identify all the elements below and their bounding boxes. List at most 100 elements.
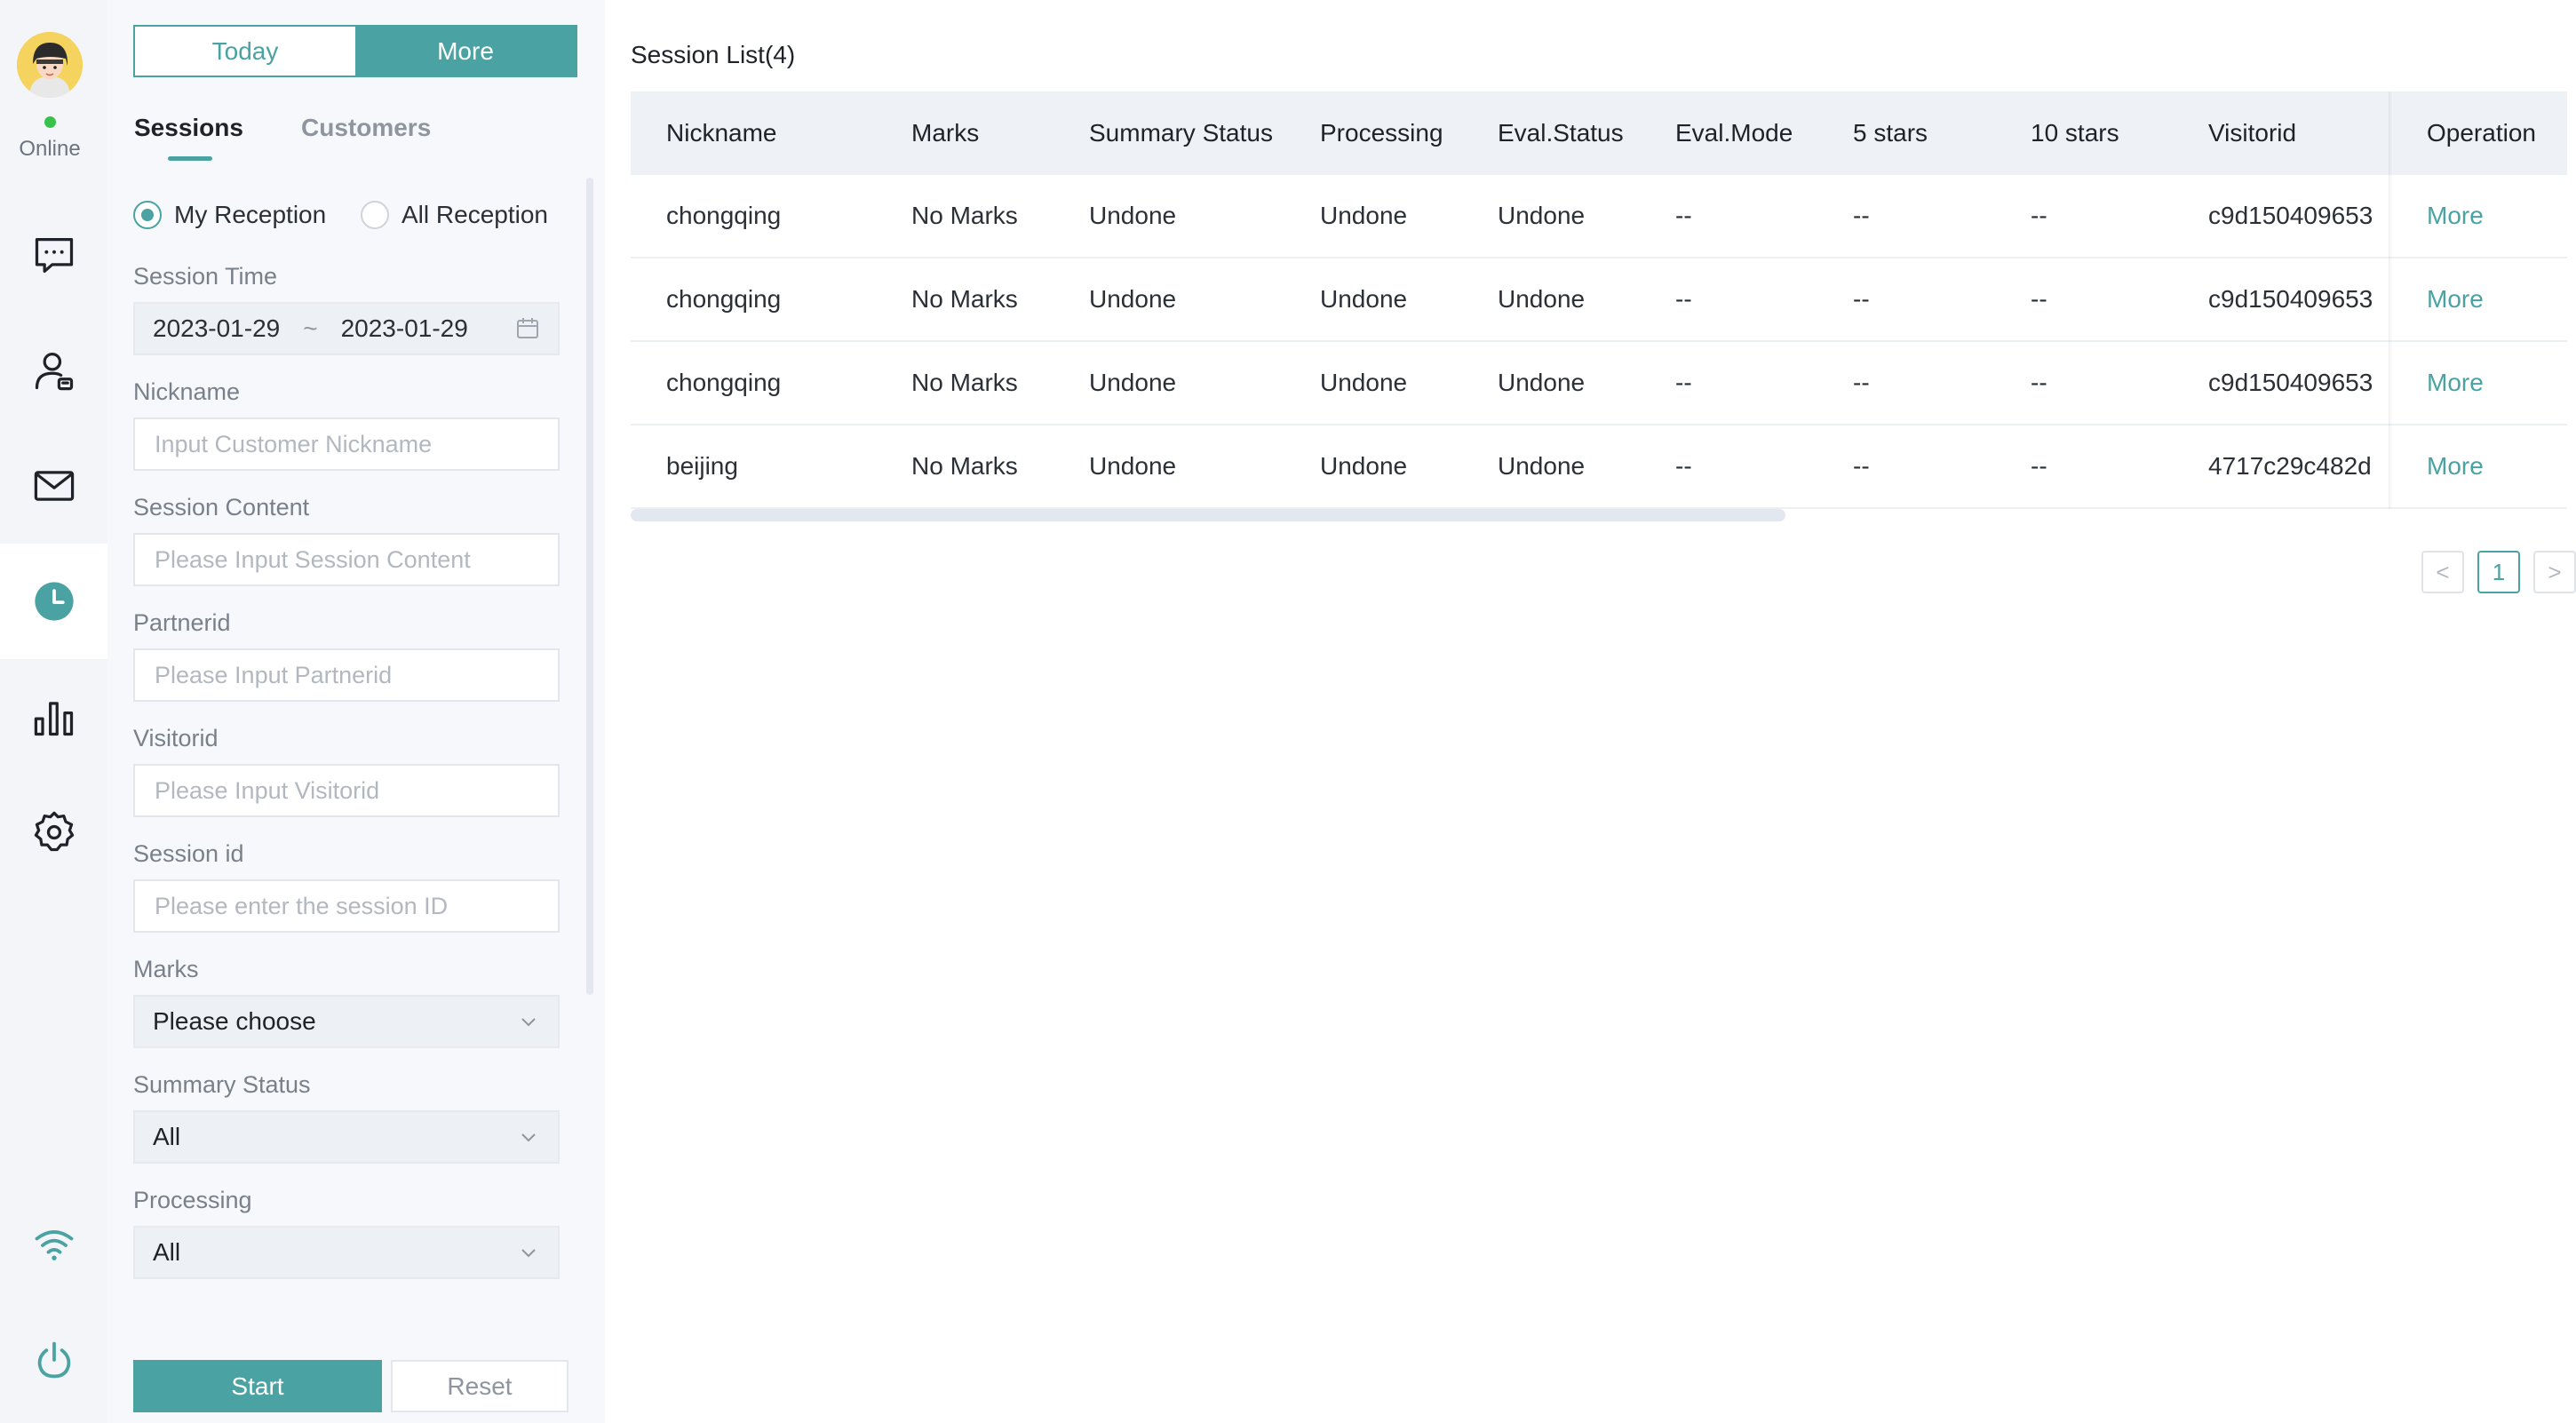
cell-eval-status: Undone: [1498, 202, 1586, 229]
table-row[interactable]: chongqing No Marks Undone Undone Undone …: [631, 175, 2567, 258]
pagination-prev-button[interactable]: <: [2421, 551, 2464, 593]
partnerid-input[interactable]: [133, 648, 560, 702]
table-row[interactable]: beijing No Marks Undone Undone Undone --…: [631, 425, 2567, 509]
marks-select[interactable]: Please choose: [133, 995, 560, 1048]
reset-button[interactable]: Reset: [391, 1360, 568, 1412]
visitorid-label: Visitorid: [133, 725, 219, 751]
cell-5-stars: --: [1853, 285, 1870, 313]
cell-eval-status: Undone: [1498, 369, 1586, 396]
summary-status-value: All: [153, 1123, 181, 1150]
summary-status-label: Summary Status: [133, 1071, 311, 1098]
mail-icon: [34, 471, 74, 501]
chevron-down-icon: [521, 1133, 536, 1142]
cell-nickname: chongqing: [666, 369, 782, 396]
tab-customers[interactable]: Customers: [301, 114, 431, 142]
chevron-down-icon: [521, 1018, 536, 1027]
settings-gear-icon: [34, 811, 74, 852]
column-header[interactable]: 10 stars: [2031, 91, 2119, 175]
table-row[interactable]: chongqing No Marks Undone Undone Undone …: [631, 258, 2567, 342]
cell-10-stars: --: [2031, 452, 2047, 480]
session-id-label: Session id: [133, 840, 244, 867]
marks-select-value: Please choose: [153, 1007, 316, 1035]
column-header[interactable]: Visitorid: [2208, 91, 2296, 175]
rail-customers[interactable]: [0, 313, 107, 428]
visitorid-input[interactable]: [133, 764, 560, 817]
more-link[interactable]: More: [2427, 342, 2484, 424]
column-header[interactable]: Processing: [1320, 91, 1443, 175]
nickname-input[interactable]: [133, 417, 560, 471]
tab-sessions[interactable]: Sessions: [134, 114, 243, 142]
partnerid-label: Partnerid: [133, 609, 231, 636]
more-link[interactable]: More: [2427, 175, 2484, 257]
radio-all-reception[interactable]: All Reception: [361, 201, 548, 229]
cell-summary-status: Undone: [1089, 202, 1177, 229]
more-link[interactable]: More: [2427, 425, 2484, 507]
pagination-page-1[interactable]: 1: [2477, 551, 2520, 593]
customer-service-icon: [35, 352, 73, 391]
history-clock-icon: [34, 582, 74, 621]
cell-5-stars: --: [1853, 369, 1870, 396]
cell-eval-mode: --: [1675, 452, 1692, 480]
cell-eval-mode: --: [1675, 369, 1692, 396]
cell-10-stars: --: [2031, 202, 2047, 229]
column-header[interactable]: Marks: [911, 91, 979, 175]
column-header[interactable]: Eval.Status: [1498, 91, 1624, 175]
chat-icon: [35, 238, 73, 274]
table-header: Nickname Marks Summary Status Processing…: [631, 91, 2567, 175]
cell-10-stars: --: [2031, 285, 2047, 313]
active-tab-indicator: [168, 156, 212, 161]
radio-my-reception[interactable]: My Reception: [133, 201, 326, 229]
cell-5-stars: --: [1853, 202, 1870, 229]
column-header[interactable]: Summary Status: [1089, 91, 1273, 175]
cell-marks: No Marks: [911, 285, 1018, 313]
more-button[interactable]: More: [355, 27, 576, 76]
cell-nickname: beijing: [666, 452, 738, 480]
user-avatar[interactable]: [17, 32, 83, 98]
cell-eval-mode: --: [1675, 285, 1692, 313]
rail-history[interactable]: [0, 544, 107, 659]
processing-select[interactable]: All: [133, 1226, 560, 1279]
processing-value: All: [153, 1238, 181, 1266]
column-header[interactable]: 5 stars: [1853, 91, 1928, 175]
rail-settings[interactable]: [0, 775, 107, 890]
column-header[interactable]: Eval.Mode: [1675, 91, 1793, 175]
table-horizontal-scrollbar[interactable]: [631, 509, 1785, 521]
cell-processing: Undone: [1320, 452, 1408, 480]
pagination-next-button[interactable]: >: [2533, 551, 2576, 593]
online-status-dot: [44, 116, 56, 128]
session-time-picker[interactable]: 2023-01-29 ~ 2023-01-29: [133, 302, 560, 355]
table-row[interactable]: chongqing No Marks Undone Undone Undone …: [631, 342, 2567, 425]
stats-chart-icon: [34, 702, 73, 736]
power-icon: [37, 1341, 70, 1379]
rail-network: [0, 1187, 107, 1302]
rail-logout[interactable]: [0, 1302, 107, 1418]
rail-mail[interactable]: [0, 428, 107, 544]
more-link[interactable]: More: [2427, 258, 2484, 340]
session-content-input[interactable]: [133, 533, 560, 586]
radio-my-reception-label: My Reception: [174, 201, 327, 228]
today-button[interactable]: Today: [135, 27, 355, 76]
panel-scrollbar[interactable]: [586, 178, 593, 995]
end-date: 2023-01-29: [340, 314, 468, 342]
wifi-icon: [35, 1230, 73, 1260]
cell-marks: No Marks: [911, 202, 1018, 229]
summary-status-select[interactable]: All: [133, 1110, 560, 1164]
cell-visitorid: c9d150409653: [2208, 369, 2373, 396]
cell-summary-status: Undone: [1089, 452, 1177, 480]
date-range-toggle: Today More: [133, 25, 577, 77]
cell-nickname: chongqing: [666, 202, 782, 229]
start-button[interactable]: Start: [133, 1360, 382, 1412]
marks-label: Marks: [133, 956, 199, 982]
chevron-down-icon: [521, 1249, 536, 1258]
rail-statistics[interactable]: [0, 659, 107, 775]
column-header[interactable]: Operation: [2427, 91, 2536, 175]
session-id-input[interactable]: [133, 879, 560, 933]
column-header[interactable]: Nickname: [666, 91, 776, 175]
cell-summary-status: Undone: [1089, 369, 1177, 396]
rail-chat[interactable]: [0, 197, 107, 313]
nav-rail: Online: [0, 0, 107, 1423]
radio-unchecked-icon: [361, 201, 389, 229]
cell-visitorid: 4717c29c482d: [2208, 452, 2372, 480]
start-date: 2023-01-29: [153, 314, 281, 342]
cell-processing: Undone: [1320, 369, 1408, 396]
